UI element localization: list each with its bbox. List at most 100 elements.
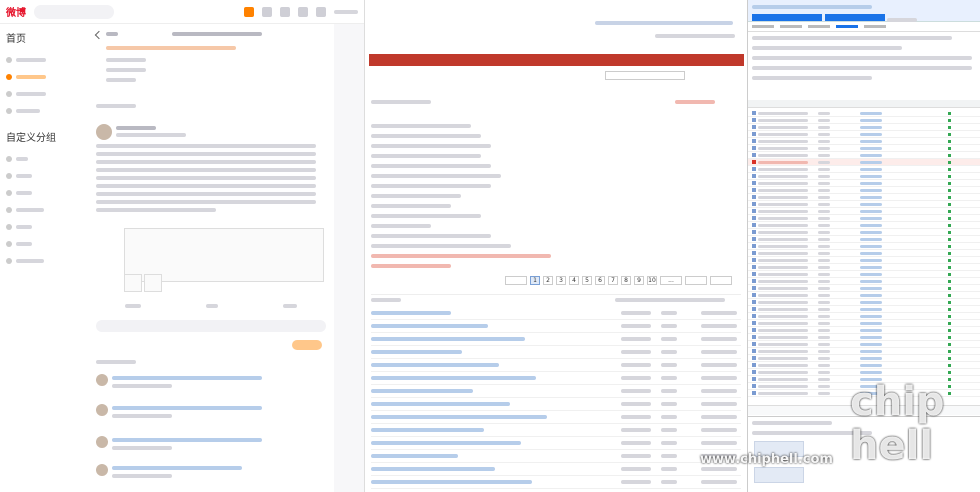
network-request-row[interactable] — [748, 124, 980, 131]
sidebar-item[interactable] — [6, 68, 82, 85]
thread-title[interactable] — [371, 441, 521, 445]
comment-button[interactable] — [205, 304, 218, 308]
devtools-tab[interactable] — [808, 25, 830, 28]
thread-last-post[interactable] — [701, 428, 737, 432]
thread-title[interactable] — [371, 480, 532, 484]
devtools-tab[interactable] — [752, 25, 774, 28]
thread-row[interactable] — [371, 399, 741, 411]
drawer-tabs[interactable] — [752, 421, 832, 425]
whats-new-thumbnail[interactable] — [754, 467, 804, 483]
back-icon[interactable] — [94, 30, 104, 40]
network-request-row[interactable] — [748, 194, 980, 201]
network-request-row[interactable] — [748, 222, 980, 229]
network-request-row[interactable] — [748, 236, 980, 243]
home-icon[interactable] — [244, 6, 254, 17]
network-request-row[interactable] — [748, 299, 980, 306]
network-request-row[interactable] — [748, 355, 980, 362]
message-icon[interactable] — [280, 6, 290, 17]
network-request-row[interactable] — [748, 152, 980, 159]
network-request-row[interactable] — [748, 131, 980, 138]
thread-last-post[interactable] — [701, 337, 737, 341]
sidebar-item[interactable] — [6, 102, 82, 119]
thread-title[interactable] — [371, 428, 484, 432]
sidebar-item[interactable] — [6, 85, 82, 102]
page-button[interactable]: 4 — [569, 276, 579, 285]
weibo-search-input[interactable] — [34, 4, 114, 19]
network-request-row[interactable] — [748, 180, 980, 187]
network-request-row[interactable] — [748, 201, 980, 208]
network-request-row[interactable] — [748, 250, 980, 257]
thread-last-post[interactable] — [701, 480, 737, 484]
thread-author[interactable] — [621, 454, 651, 458]
network-request-row[interactable] — [748, 138, 980, 145]
thread-row[interactable] — [371, 308, 741, 320]
thread-title[interactable] — [371, 389, 473, 393]
network-request-row[interactable] — [748, 166, 980, 173]
avatar[interactable] — [96, 374, 108, 386]
sidebar-group-item[interactable] — [6, 218, 82, 235]
network-request-row[interactable] — [748, 278, 980, 285]
thread-row[interactable] — [371, 360, 741, 372]
devtools-tab[interactable] — [864, 25, 886, 28]
page-button[interactable]: 3 — [556, 276, 566, 285]
network-request-row[interactable] — [748, 159, 980, 166]
post-image-thumb[interactable] — [124, 274, 142, 292]
avatar[interactable] — [96, 404, 108, 416]
language-switch-button[interactable] — [752, 14, 822, 21]
network-request-row[interactable] — [748, 327, 980, 334]
thread-last-post[interactable] — [701, 363, 737, 367]
language-switch-button[interactable] — [824, 14, 885, 21]
thread-title[interactable] — [371, 311, 451, 315]
thread-title[interactable] — [371, 415, 547, 419]
thread-author[interactable] — [621, 363, 651, 367]
thread-title[interactable] — [371, 454, 458, 458]
network-request-row[interactable] — [748, 341, 980, 348]
avatar[interactable] — [96, 124, 112, 140]
sidebar-group-item[interactable] — [6, 167, 82, 184]
thread-title[interactable] — [371, 324, 488, 328]
thread-title[interactable] — [371, 337, 525, 341]
sidebar-group-item[interactable] — [6, 235, 82, 252]
thread-last-post[interactable] — [701, 350, 737, 354]
network-request-row[interactable] — [748, 243, 980, 250]
network-request-row[interactable] — [748, 117, 980, 124]
page-button[interactable]: 9 — [634, 276, 644, 285]
thread-row[interactable] — [371, 373, 741, 385]
thread-author[interactable] — [621, 337, 651, 341]
page-button[interactable]: 2 — [543, 276, 553, 285]
network-request-row[interactable] — [748, 173, 980, 180]
network-request-row[interactable] — [748, 285, 980, 292]
thread-row[interactable] — [371, 451, 741, 463]
sidebar-section-home[interactable]: 首页 — [6, 30, 82, 45]
thread-author[interactable] — [621, 311, 651, 315]
network-request-row[interactable] — [748, 229, 980, 236]
thread-author[interactable] — [621, 376, 651, 380]
page-jump-input[interactable] — [685, 276, 707, 285]
thread-last-post[interactable] — [701, 311, 737, 315]
thread-last-post[interactable] — [701, 324, 737, 328]
comment-submit-button[interactable] — [292, 340, 322, 350]
network-request-row[interactable] — [748, 215, 980, 222]
network-request-row[interactable] — [748, 320, 980, 327]
page-button[interactable]: 5 — [582, 276, 592, 285]
thread-row[interactable] — [371, 386, 741, 398]
sidebar-group-item[interactable] — [6, 150, 82, 167]
network-request-row[interactable] — [748, 369, 980, 376]
page-button[interactable]: 1 — [530, 276, 540, 285]
sidebar-group-item[interactable] — [6, 201, 82, 218]
sidebar-group-item[interactable] — [6, 184, 82, 201]
thread-row[interactable] — [371, 477, 741, 489]
network-request-row[interactable] — [748, 208, 980, 215]
page-next-button[interactable] — [710, 276, 732, 285]
thread-last-post[interactable] — [701, 467, 737, 471]
sidebar-group-item[interactable] — [6, 252, 82, 269]
network-request-row[interactable] — [748, 264, 980, 271]
weibo-logo[interactable]: 微博 — [6, 4, 26, 19]
network-request-row[interactable] — [748, 257, 980, 264]
dont-ask-again-button[interactable] — [887, 18, 918, 22]
thread-row[interactable] — [371, 438, 741, 450]
thread-row[interactable] — [371, 347, 741, 359]
network-request-row[interactable] — [748, 362, 980, 369]
thread-title[interactable] — [371, 467, 495, 471]
network-request-row[interactable] — [748, 110, 980, 117]
